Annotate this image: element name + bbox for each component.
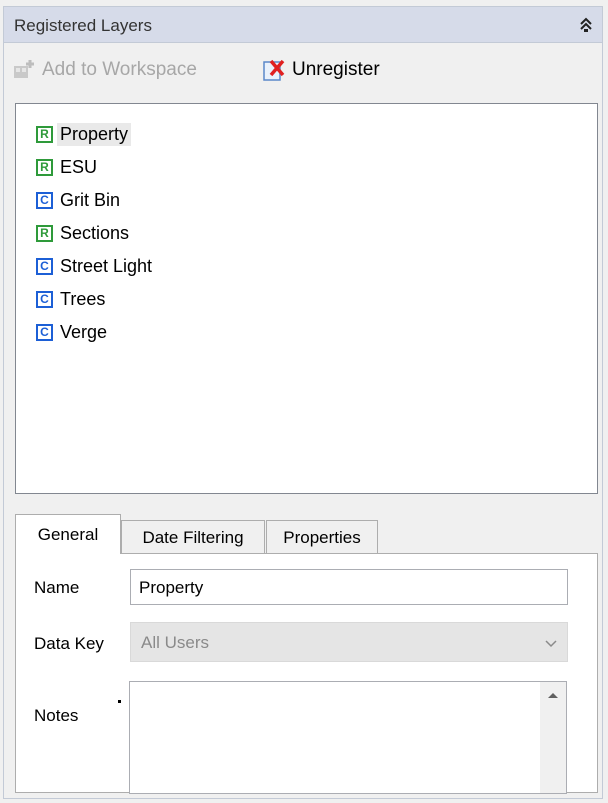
layer-name: Verge [60, 321, 108, 342]
layer-name: Street Light [60, 255, 153, 276]
toolbar: Add to Workspace Unregister [4, 44, 602, 98]
data-key-select[interactable]: All Users [130, 622, 568, 662]
list-item[interactable]: R ESU [36, 153, 97, 181]
layer-name: Trees [60, 288, 106, 309]
details-tabs: General Date Filtering Properties [15, 510, 598, 554]
tab-properties[interactable]: Properties [266, 520, 378, 554]
unregister-label: Unregister [292, 59, 380, 80]
layer-name: Property [57, 122, 132, 146]
layer-name: Sections [60, 222, 130, 243]
tab-date-filtering[interactable]: Date Filtering [121, 520, 265, 554]
layer-type-badge: C [36, 323, 53, 341]
layer-type-badge: C [36, 290, 53, 308]
list-item[interactable]: R Sections [36, 219, 129, 247]
panel-titlebar: Registered Layers [4, 7, 602, 43]
add-layer-icon [14, 60, 34, 78]
notes-label: Notes [34, 706, 79, 725]
layer-type-badge: R [36, 125, 53, 143]
name-field[interactable]: Property [130, 569, 568, 605]
double-chevron-up-icon[interactable] [578, 16, 594, 34]
divider-dot [118, 700, 121, 703]
layer-name: ESU [60, 156, 98, 177]
unregister-icon [263, 59, 285, 81]
layer-type-badge: C [36, 257, 53, 275]
add-to-workspace-button[interactable]: Add to Workspace [12, 56, 197, 84]
list-item[interactable]: C Grit Bin [36, 186, 120, 214]
data-key-value: All Users [141, 633, 210, 652]
name-label: Name [34, 578, 80, 597]
layer-type-badge: R [36, 224, 53, 242]
data-key-label: Data Key [34, 634, 104, 653]
add-to-workspace-label: Add to Workspace [42, 59, 197, 80]
registered-layers-panel: Registered Layers Add to Workspace Unreg… [3, 6, 603, 799]
tab-general[interactable]: General [15, 514, 121, 554]
unregister-button[interactable]: Unregister [262, 56, 380, 84]
list-item[interactable]: R Property [36, 120, 132, 148]
layers-list[interactable]: R Property R ESU C Grit Bin R Sections C… [15, 103, 598, 494]
layer-type-badge: C [36, 191, 53, 209]
notes-scrollbar[interactable] [540, 682, 566, 793]
chevron-down-icon [545, 640, 557, 648]
layer-type-badge: R [36, 158, 53, 176]
list-item[interactable]: C Street Light [36, 252, 152, 280]
list-item[interactable]: C Verge [36, 318, 107, 346]
notes-textarea[interactable] [129, 681, 567, 794]
details-section: General Date Filtering Properties Name P… [15, 510, 598, 794]
layer-name: Grit Bin [60, 189, 121, 210]
scroll-up-icon[interactable] [547, 690, 559, 700]
list-item[interactable]: C Trees [36, 285, 105, 313]
panel-title: Registered Layers [14, 16, 152, 35]
